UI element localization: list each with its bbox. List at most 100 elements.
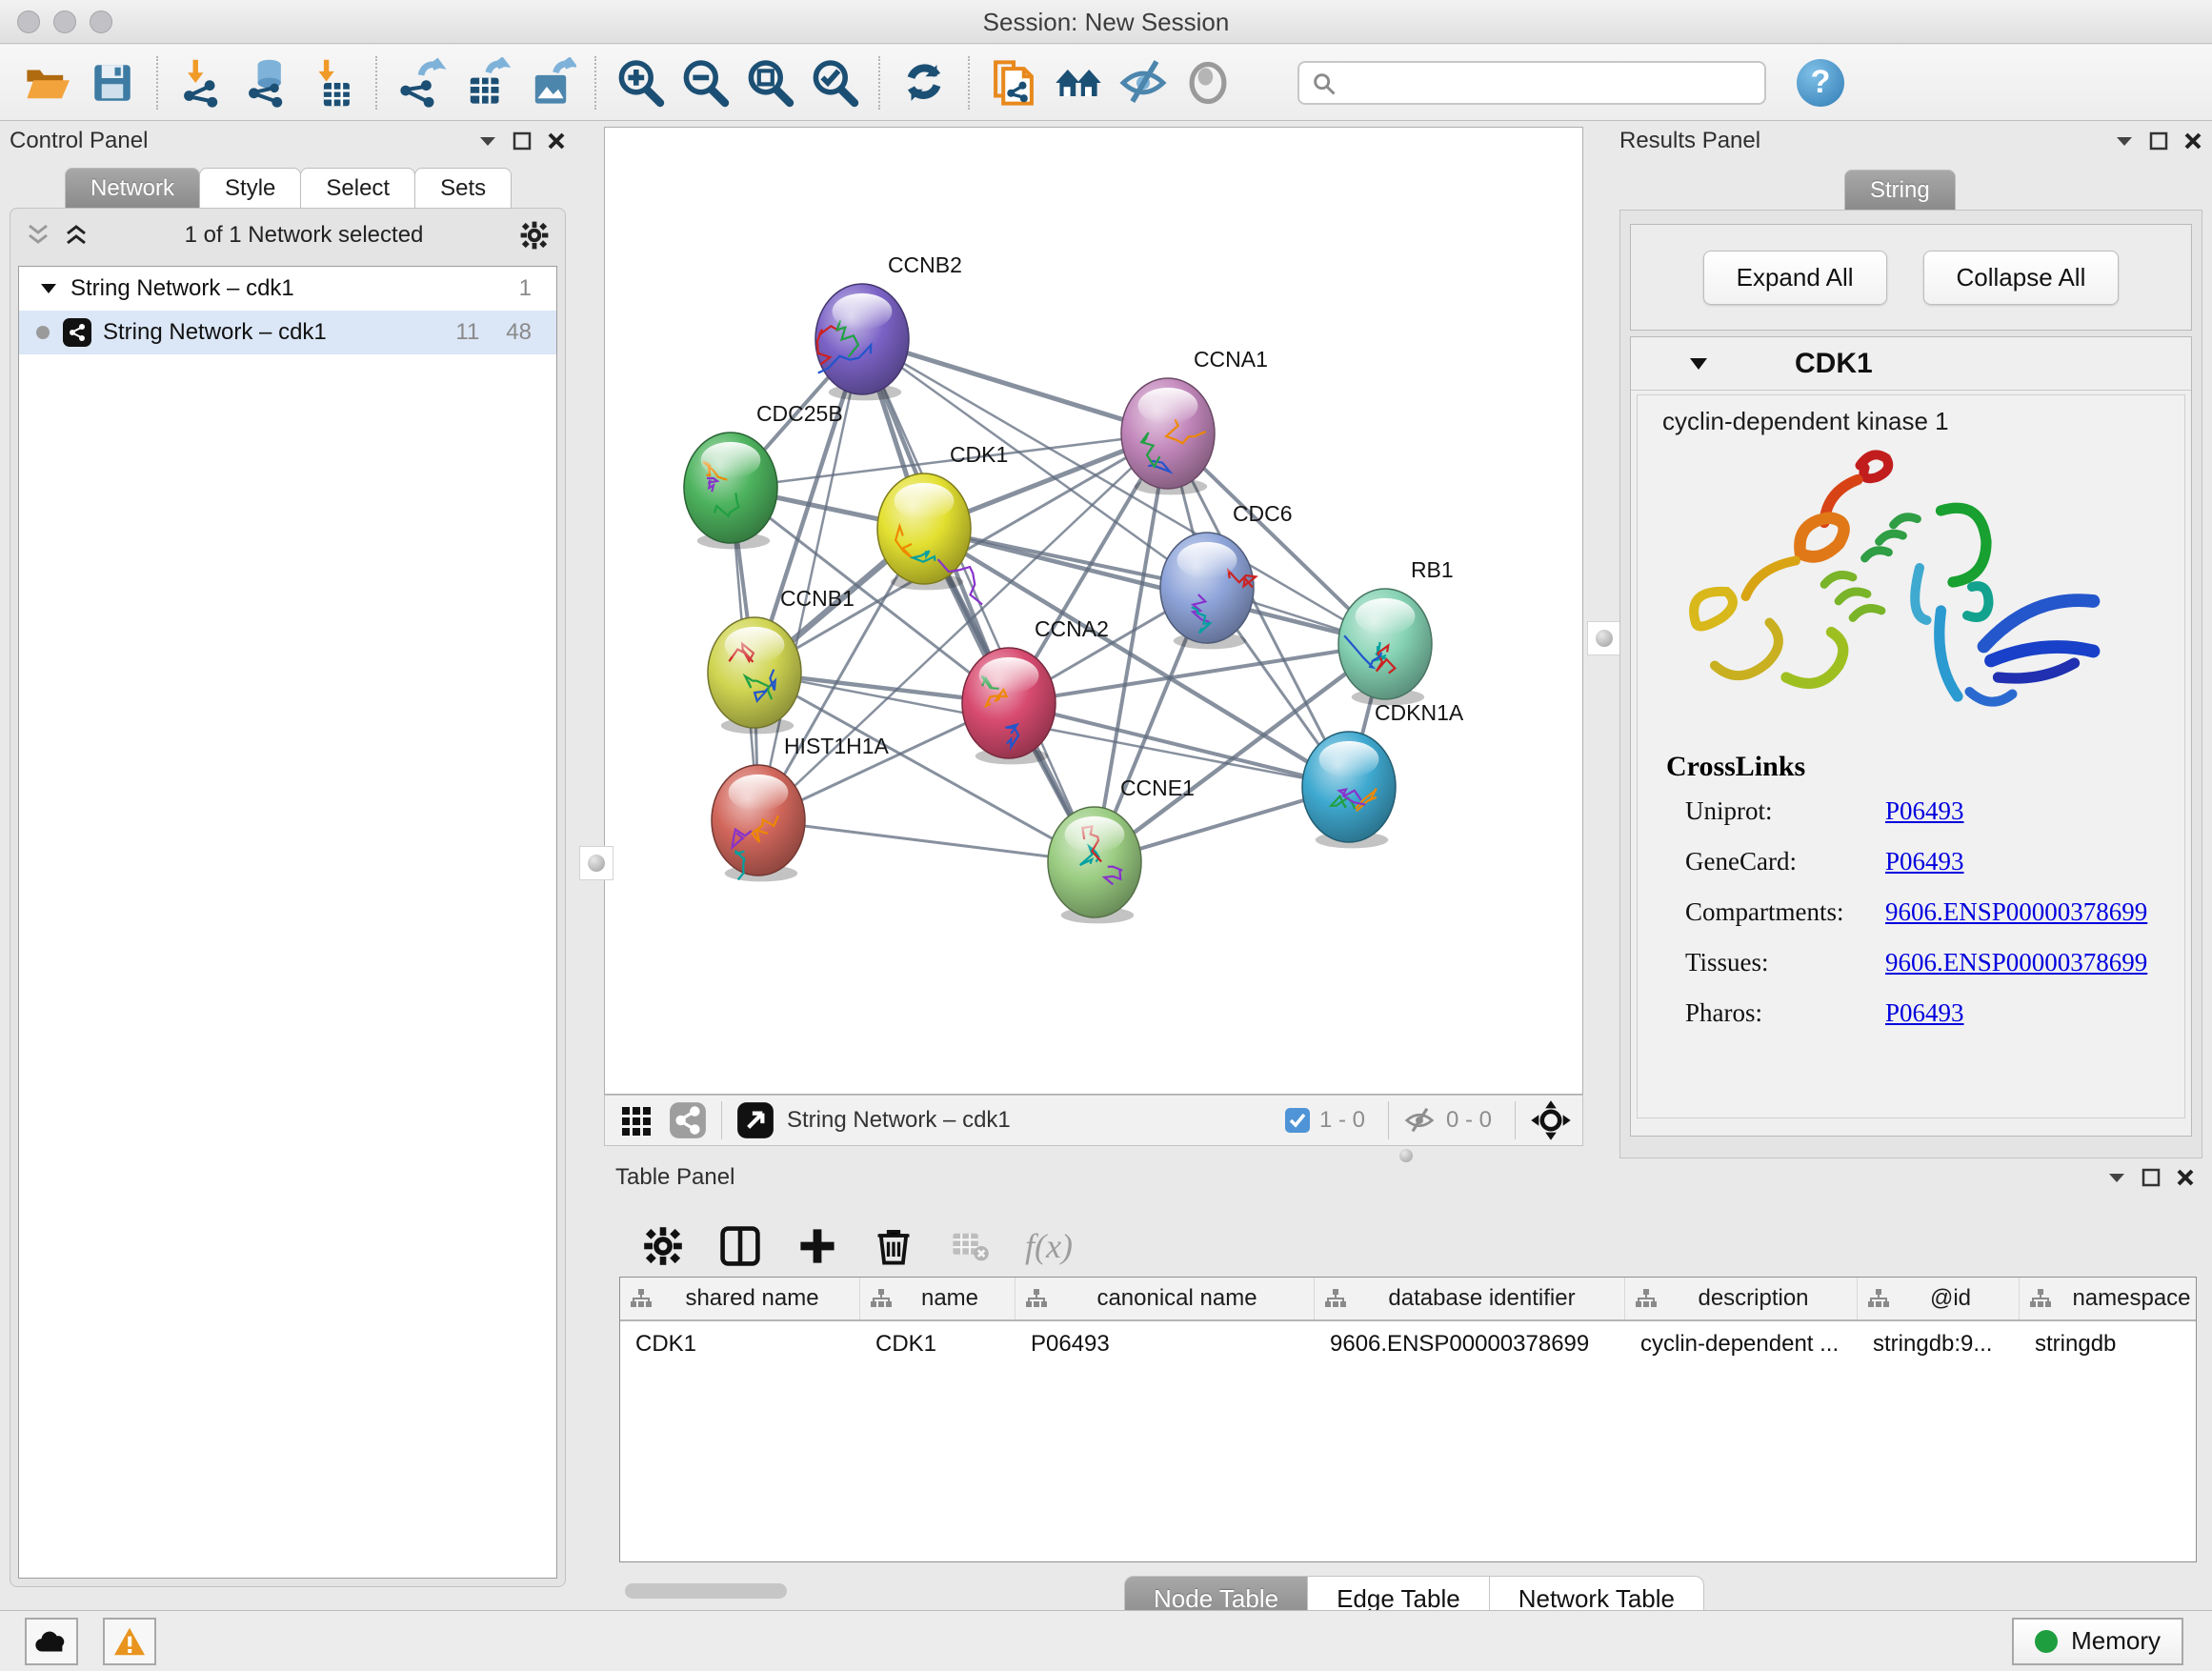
table-cell[interactable]: P06493 [1016, 1331, 1315, 1358]
network-node-CCNA1[interactable]: CCNA1 [1121, 347, 1268, 494]
network-collection-row[interactable]: String Network – cdk1 1 [19, 267, 556, 311]
tissues-link[interactable]: 9606.ENSP00000378699 [1885, 948, 2147, 977]
delete-column-icon[interactable] [873, 1225, 915, 1267]
network-canvas[interactable]: CCNB2CCNA1CDC25BCDK1CDC6RB1CCNB1CCNA2CDK… [604, 127, 1583, 1095]
birdseye-view-icon[interactable] [735, 1100, 775, 1140]
help-button[interactable]: ? [1797, 59, 1844, 107]
network-node-HIST1H1A[interactable]: HIST1H1A [712, 734, 890, 881]
window-title: Session: New Session [0, 8, 2212, 37]
close-panel-icon[interactable] [547, 131, 566, 151]
network-options-gear-icon[interactable] [519, 220, 550, 251]
zoom-out-icon [678, 56, 732, 110]
expand-all-icon[interactable] [64, 224, 89, 247]
node-label: CCNA2 [1035, 616, 1109, 641]
zoom-in-button[interactable] [613, 55, 668, 111]
tab-sets[interactable]: Sets [414, 168, 512, 208]
open-session-button[interactable] [20, 55, 75, 111]
table-cell[interactable]: stringdb:9... [1858, 1331, 2020, 1358]
genecard-link[interactable]: P06493 [1885, 847, 1964, 876]
collection-expand-icon[interactable] [40, 282, 57, 295]
network-node-CCNB1[interactable]: CCNB1 [708, 586, 855, 734]
float-panel-icon[interactable] [2149, 131, 2168, 151]
string-app-icon [63, 318, 91, 347]
open-folder-icon [22, 57, 73, 109]
bottom-splitter-grip[interactable] [1389, 1149, 1423, 1162]
zoom-selected-button[interactable] [807, 55, 862, 111]
table-options-gear-icon[interactable] [642, 1225, 684, 1267]
table-cell[interactable]: CDK1 [620, 1331, 860, 1358]
grid-view-icon[interactable] [618, 1101, 656, 1139]
clone-network-button[interactable] [986, 55, 1041, 111]
table-cell[interactable]: 9606.ENSP00000378699 [1315, 1331, 1625, 1358]
table-row[interactable]: CDK1CDK1P064939606.ENSP00000378699cyclin… [620, 1321, 2196, 1367]
network-row[interactable]: String Network – cdk1 11 48 [19, 311, 556, 354]
import-network-button[interactable] [174, 55, 230, 111]
left-splitter-grip[interactable] [579, 846, 613, 880]
network-node-RB1[interactable]: RB1 [1338, 557, 1454, 705]
cloud-status-button[interactable] [25, 1618, 78, 1665]
export-image-button[interactable] [523, 55, 578, 111]
show-columns-icon[interactable] [718, 1224, 762, 1268]
hide-unselected-button[interactable] [1116, 55, 1171, 111]
collection-count: 1 [519, 275, 532, 302]
import-table-button[interactable] [304, 55, 359, 111]
panel-menu-icon[interactable] [478, 134, 497, 148]
network-node-CCNB2[interactable]: CCNB2 [815, 252, 962, 400]
warnings-button[interactable] [103, 1618, 156, 1665]
column-header-database-identifier[interactable]: database identifier [1315, 1278, 1625, 1319]
float-panel-icon[interactable] [2142, 1168, 2161, 1187]
column-header-namespace[interactable]: namespace [2020, 1278, 2197, 1319]
fit-selected-icon[interactable] [1529, 1098, 1573, 1142]
refresh-button[interactable] [896, 55, 952, 111]
table-cell[interactable]: cyclin-dependent ... [1625, 1331, 1858, 1358]
table-cell[interactable]: stringdb [2020, 1331, 2197, 1358]
share-view-icon[interactable] [668, 1100, 708, 1140]
panel-menu-icon[interactable] [2107, 1171, 2126, 1184]
column-header-@id[interactable]: @id [1858, 1278, 2020, 1319]
add-column-icon[interactable] [796, 1225, 838, 1267]
save-session-button[interactable] [85, 55, 140, 111]
column-header-name[interactable]: name [860, 1278, 1016, 1319]
collapse-all-button[interactable]: Collapse All [1923, 251, 2120, 305]
export-image-icon [525, 57, 576, 109]
selected-nodes-checkbox[interactable] [1285, 1108, 1310, 1133]
network-node-CDKN1A[interactable]: CDKN1A [1302, 700, 1464, 848]
tab-style[interactable]: Style [199, 168, 301, 208]
table-horizontal-scrollbar[interactable] [625, 1583, 787, 1599]
expand-all-button[interactable]: Expand All [1703, 251, 1887, 305]
zoom-fit-icon [743, 56, 796, 110]
collapse-all-icon[interactable] [26, 224, 50, 247]
close-panel-icon[interactable] [2183, 131, 2202, 151]
panel-menu-icon[interactable] [2115, 134, 2134, 148]
network-edge [924, 529, 1385, 644]
string-home-button[interactable] [1051, 55, 1106, 111]
compartments-link[interactable]: 9606.ENSP00000378699 [1885, 897, 2147, 927]
float-panel-icon[interactable] [513, 131, 532, 151]
zoom-out-button[interactable] [677, 55, 733, 111]
column-header-canonical-name[interactable]: canonical name [1016, 1278, 1315, 1319]
right-splitter-grip[interactable] [1587, 621, 1621, 655]
function-builder-icon: f(x) [1025, 1226, 1073, 1266]
hidden-count: 0 - 0 [1446, 1107, 1492, 1134]
export-network-button[interactable] [393, 55, 449, 111]
gene-header-row[interactable]: CDK1 [1631, 337, 2191, 391]
string-network-graph[interactable]: CCNB2CCNA1CDC25BCDK1CDC6RB1CCNB1CCNA2CDK… [605, 128, 1582, 1094]
tab-select[interactable]: Select [300, 168, 415, 208]
gene-collapse-icon[interactable] [1688, 356, 1709, 372]
table-cell[interactable]: CDK1 [860, 1331, 1016, 1358]
tab-string-results[interactable]: String [1844, 170, 1956, 210]
column-header-shared-name[interactable]: shared name [620, 1278, 860, 1319]
pharos-link[interactable]: P06493 [1885, 998, 1964, 1028]
tab-network[interactable]: Network [65, 168, 200, 208]
column-header-description[interactable]: description [1625, 1278, 1858, 1319]
memory-button[interactable]: Memory [2012, 1618, 2183, 1665]
search-input[interactable] [1297, 61, 1766, 105]
export-table-button[interactable] [458, 55, 513, 111]
zoom-fit-button[interactable] [742, 55, 797, 111]
uniprot-link[interactable]: P06493 [1885, 796, 1964, 826]
network-node-CCNE1[interactable]: CCNE1 [1048, 775, 1195, 923]
import-database-button[interactable] [239, 55, 294, 111]
show-graphics-details-button[interactable] [1180, 55, 1236, 111]
protein-structure-image [1662, 444, 2158, 730]
close-panel-icon[interactable] [2176, 1168, 2195, 1187]
